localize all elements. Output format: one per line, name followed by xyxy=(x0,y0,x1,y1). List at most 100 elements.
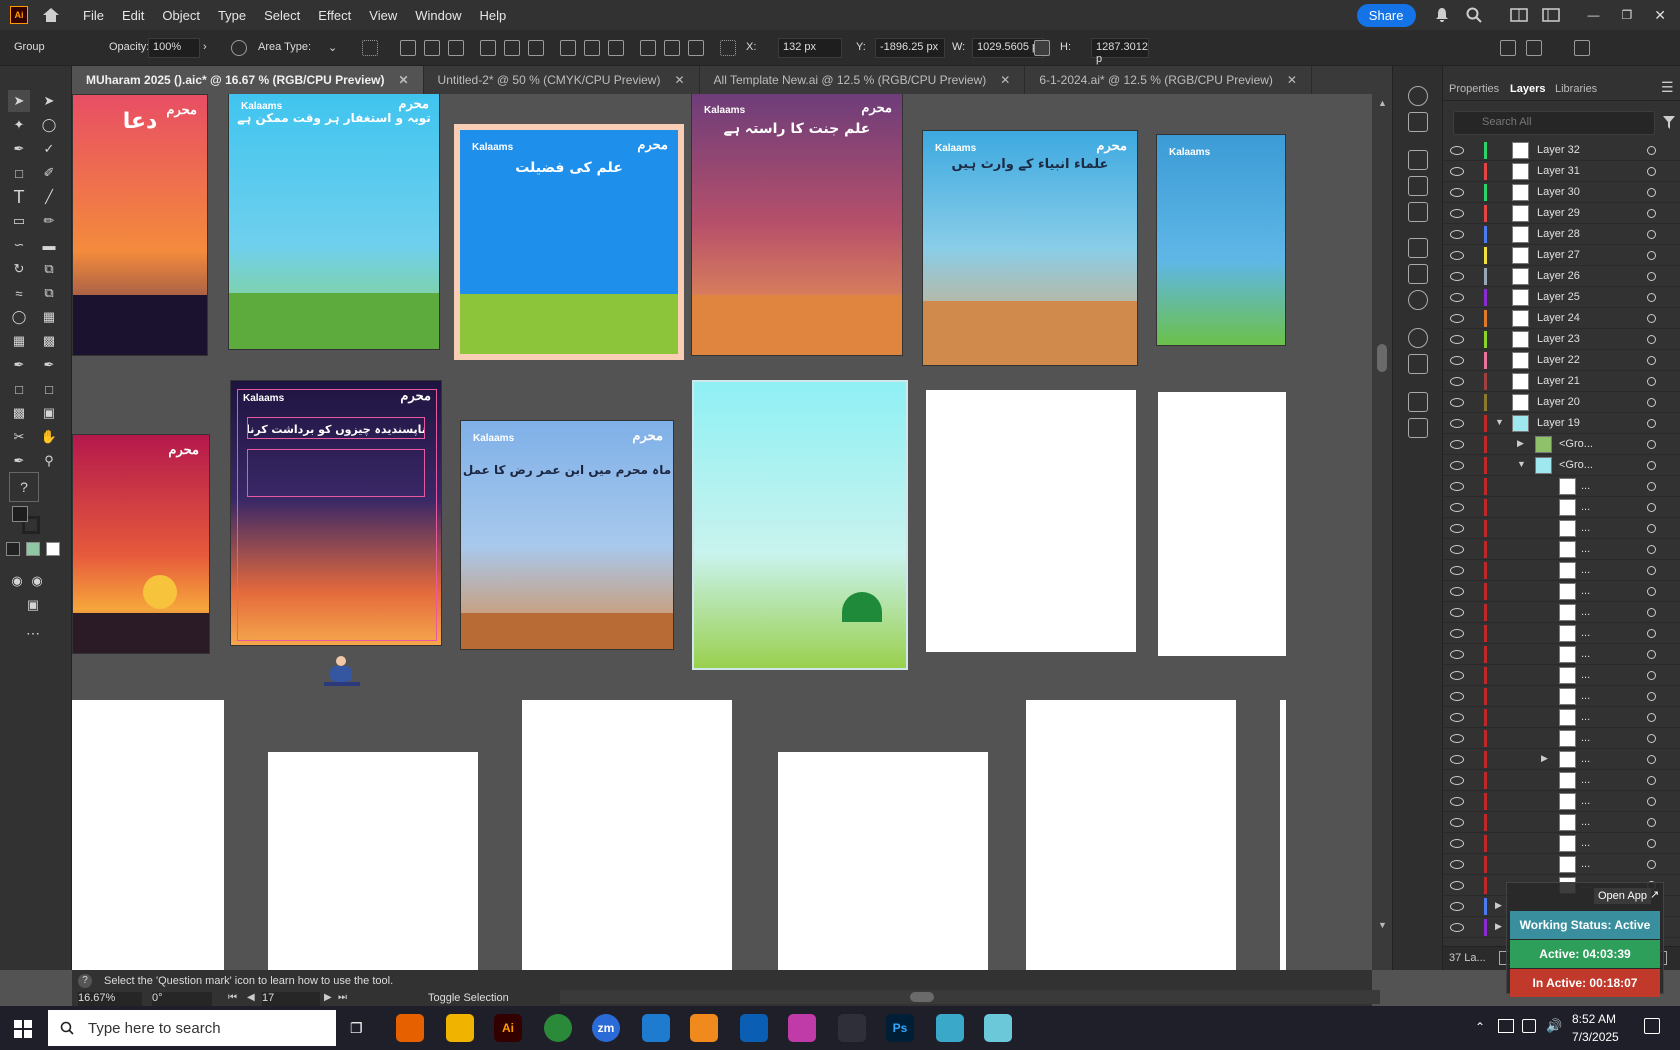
target-icon[interactable] xyxy=(1647,566,1656,575)
target-icon[interactable] xyxy=(1647,608,1656,617)
horizontal-scrollbar[interactable] xyxy=(560,990,1380,1004)
scroll-thumb[interactable] xyxy=(1377,344,1387,372)
target-icon[interactable] xyxy=(1647,251,1656,260)
eye-icon[interactable] xyxy=(1450,209,1464,218)
chevron-right-icon[interactable]: ▶ xyxy=(1495,900,1502,911)
eye-icon[interactable] xyxy=(1450,881,1464,890)
poster-ulama[interactable]: Kalaams محرم علماء انبیاء کے وارث ہیں xyxy=(922,130,1138,366)
appearance-icon[interactable] xyxy=(1408,328,1428,348)
share-button[interactable]: Share xyxy=(1356,3,1416,27)
target-icon[interactable] xyxy=(1647,692,1656,701)
close-tab-icon[interactable]: ✕ xyxy=(398,73,408,87)
praying-figure-graphic[interactable] xyxy=(324,656,360,688)
tab-muharam-2025[interactable]: MUharam 2025 ().aic* @ 16.67 % (RGB/CPU … xyxy=(72,66,424,94)
rectangle-shape-icon[interactable]: ▭ xyxy=(8,210,30,232)
restore-icon[interactable]: ❐ xyxy=(1622,8,1633,22)
artboards-panel-icon[interactable] xyxy=(1408,418,1428,438)
blank-artboard[interactable] xyxy=(522,700,732,970)
poster-dua[interactable]: دعا محرم xyxy=(72,94,208,356)
stroke-icon[interactable] xyxy=(1408,238,1428,258)
poster-ahadith-red[interactable]: محرم xyxy=(72,434,210,654)
arrange-documents-icon[interactable] xyxy=(1509,8,1528,22)
layer-row-32[interactable]: Layer 32 xyxy=(1443,140,1680,161)
transform-icon[interactable] xyxy=(1500,40,1516,56)
layer-row-28[interactable]: Layer 28 xyxy=(1443,224,1680,245)
recolor-icon[interactable] xyxy=(231,40,247,56)
scale-tool-icon[interactable]: ⧉ xyxy=(38,258,60,280)
home-icon[interactable] xyxy=(42,7,60,23)
export-icon[interactable] xyxy=(1408,392,1428,412)
x-field[interactable]: 132 px xyxy=(778,38,842,58)
gradient-mode-icon[interactable] xyxy=(26,542,40,556)
scroll-thumb[interactable] xyxy=(910,992,934,1002)
layer-row-20[interactable]: Layer 20 xyxy=(1443,392,1680,413)
notifications-icon[interactable] xyxy=(1644,1018,1660,1034)
layer-row-21[interactable]: Layer 21 xyxy=(1443,371,1680,392)
opacity-field[interactable]: 100% xyxy=(148,38,200,58)
last-artboard-icon[interactable]: ⏭ xyxy=(338,992,347,1003)
shape-builder-icon[interactable]: ◯ xyxy=(8,306,30,328)
distribute-bottom-icon[interactable] xyxy=(608,40,624,56)
measure-tool-icon[interactable]: ✒ xyxy=(38,354,60,376)
color-panel-icon[interactable] xyxy=(1408,86,1428,106)
help-question-mark-icon[interactable]: ? xyxy=(78,974,92,988)
chevron-down-icon[interactable]: ▼ xyxy=(1517,459,1526,469)
sublayer-item-row[interactable]: ... xyxy=(1443,812,1680,833)
eye-icon[interactable] xyxy=(1450,146,1464,155)
tab-untitled-2[interactable]: Untitled-2* @ 50 % (CMYK/CPU Preview) ✕ xyxy=(424,66,700,94)
chevron-right-icon[interactable]: › xyxy=(203,41,207,53)
target-icon[interactable] xyxy=(1647,797,1656,806)
panel-menu-icon[interactable]: ☰ xyxy=(1661,79,1674,96)
workspace-icon[interactable] xyxy=(1541,8,1560,22)
target-icon[interactable] xyxy=(1647,314,1656,323)
scroll-down-icon[interactable]: ▼ xyxy=(1378,920,1387,930)
target-icon[interactable] xyxy=(1647,776,1656,785)
chrome-icon[interactable] xyxy=(544,1014,572,1042)
eye-icon[interactable] xyxy=(1450,692,1464,701)
eye-icon[interactable] xyxy=(1450,356,1464,365)
slice-tool-icon[interactable]: ✂ xyxy=(8,426,30,448)
onedrive-icon[interactable] xyxy=(1522,1019,1536,1033)
color-guide-icon[interactable] xyxy=(1408,112,1428,132)
sublayer-item-row[interactable]: ... xyxy=(1443,602,1680,623)
tab-libraries[interactable]: Libraries xyxy=(1555,83,1597,95)
layer-row-19[interactable]: ▼ Layer 19 xyxy=(1443,413,1680,434)
target-icon[interactable] xyxy=(1647,440,1656,449)
draw-behind-icon[interactable]: ◉ xyxy=(26,570,48,592)
eye-icon[interactable] xyxy=(1450,776,1464,785)
sublayer-item-row[interactable]: ... xyxy=(1443,791,1680,812)
warp-tool-icon[interactable]: ≈ xyxy=(8,282,30,304)
sublayer-item-row[interactable]: ... xyxy=(1443,854,1680,875)
app-icon[interactable] xyxy=(936,1014,964,1042)
h-field[interactable]: 1287.3012 p xyxy=(1091,38,1149,65)
target-icon[interactable] xyxy=(1647,860,1656,869)
task-view-icon[interactable]: ❐ xyxy=(350,1020,363,1037)
zoom-level-field[interactable]: 16.67% xyxy=(78,992,142,1006)
distribute-right-icon[interactable] xyxy=(688,40,704,56)
tab-6-1-2024[interactable]: 6-1-2024.ai* @ 12.5 % (RGB/CPU Preview) ✕ xyxy=(1025,66,1312,94)
eye-icon[interactable] xyxy=(1450,566,1464,575)
paintbrush-icon[interactable]: ✐ xyxy=(38,162,60,184)
sublayer-item-row[interactable]: ... xyxy=(1443,476,1680,497)
target-icon[interactable] xyxy=(1647,650,1656,659)
tab-all-template-new[interactable]: All Template New.ai @ 12.5 % (RGB/CPU Pr… xyxy=(700,66,1026,94)
eye-icon[interactable] xyxy=(1450,440,1464,449)
blank-artboard[interactable] xyxy=(1280,700,1286,970)
brushes-icon[interactable] xyxy=(1408,176,1428,196)
menu-edit[interactable]: Edit xyxy=(113,8,153,23)
windows-start-icon[interactable] xyxy=(14,1020,32,1038)
align-left-icon[interactable] xyxy=(400,40,416,56)
menu-file[interactable]: File xyxy=(74,8,113,23)
target-icon[interactable] xyxy=(1647,671,1656,680)
target-icon[interactable] xyxy=(1647,755,1656,764)
app-icon[interactable] xyxy=(984,1014,1012,1042)
eye-icon[interactable] xyxy=(1450,167,1464,176)
help-question-mark-icon[interactable]: ? xyxy=(9,472,39,502)
target-icon[interactable] xyxy=(1647,167,1656,176)
taskbar-search-box[interactable]: Type here to search xyxy=(48,1010,336,1046)
target-icon[interactable] xyxy=(1647,293,1656,302)
eye-icon[interactable] xyxy=(1450,755,1464,764)
photoshop-icon[interactable]: Ps xyxy=(886,1014,914,1042)
sublayer-item-row[interactable]: ... xyxy=(1443,623,1680,644)
target-icon[interactable] xyxy=(1647,230,1656,239)
